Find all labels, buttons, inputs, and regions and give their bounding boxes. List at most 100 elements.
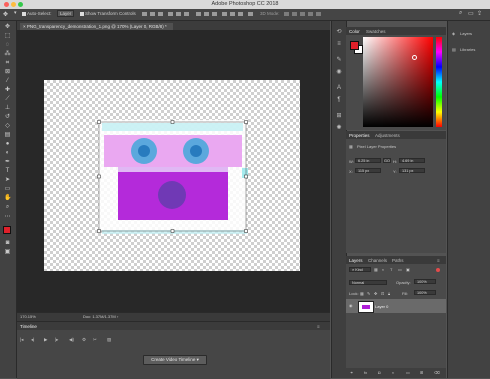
link-layers-icon[interactable]: ⚭: [350, 370, 353, 375]
brushes-icon[interactable]: ◉: [336, 69, 342, 75]
color-picker-cursor[interactable]: [412, 55, 417, 60]
clone-stamp-tool-icon[interactable]: ⊥: [4, 105, 11, 112]
auto-select-dropdown[interactable]: Layer: [57, 10, 75, 17]
distribute-middle-icon[interactable]: [204, 12, 209, 16]
color-field[interactable]: [363, 37, 433, 127]
rectangle-tool-icon[interactable]: ▭: [4, 186, 11, 193]
split-icon[interactable]: ✂: [93, 337, 97, 343]
document-info[interactable]: Doc: 1.37M/1.37M: [83, 314, 116, 319]
brush-tool-icon[interactable]: ⟋: [4, 96, 11, 103]
blend-mode-dropdown[interactable]: Normal: [349, 280, 387, 285]
filter-adjustment-icon[interactable]: ◐: [382, 267, 384, 272]
paragraph-icon[interactable]: ¶: [336, 97, 342, 103]
filter-kind-dropdown[interactable]: ⌕ Kind: [349, 267, 371, 272]
align-right-icon[interactable]: [184, 12, 189, 16]
chevron-down-icon[interactable]: ▾: [14, 10, 17, 16]
tab-adjustments[interactable]: Adjustments: [375, 133, 400, 138]
y-field[interactable]: 131 px: [399, 168, 425, 173]
filter-smart-icon[interactable]: ▣: [406, 267, 410, 272]
filter-toggle[interactable]: [436, 268, 440, 272]
eyedropper-tool-icon[interactable]: ⁄: [4, 78, 11, 85]
align-bottom-icon[interactable]: [158, 12, 163, 16]
share-icon[interactable]: ⇪: [477, 10, 482, 17]
lock-transparent-icon[interactable]: ▦: [360, 291, 364, 296]
tab-properties[interactable]: Properties: [349, 133, 370, 138]
filter-pixel-icon[interactable]: ▦: [374, 267, 378, 272]
chevron-down-icon[interactable]: ▾: [197, 357, 199, 362]
document-tab[interactable]: × PNG_transparency_demonstration_1.png @…: [20, 22, 173, 30]
show-transform-checkbox[interactable]: Show Transform Controls: [80, 11, 136, 16]
foreground-color-swatch[interactable]: [3, 226, 11, 234]
3d-roll-icon[interactable]: [292, 12, 297, 16]
layers-collapsed-button[interactable]: ◈ Layers: [450, 29, 490, 38]
3d-pan-icon[interactable]: [300, 12, 305, 16]
next-frame-icon[interactable]: |▸: [55, 337, 58, 343]
3d-rotate-icon[interactable]: [284, 12, 289, 16]
zoom-level[interactable]: 170.15%: [20, 314, 36, 319]
magic-wand-tool-icon[interactable]: ⁂: [4, 51, 11, 58]
zoom-tool-icon[interactable]: ⌕: [4, 204, 11, 211]
tab-layers[interactable]: Layers: [349, 258, 363, 263]
visibility-eye-icon[interactable]: ◉: [349, 303, 353, 308]
glyphs-icon[interactable]: ⊞: [336, 113, 342, 119]
type-tool-icon[interactable]: T: [4, 168, 11, 175]
panel-menu-icon[interactable]: ≡: [437, 258, 440, 263]
brush-settings-icon[interactable]: ✎: [336, 57, 342, 63]
new-layer-icon[interactable]: ⊞: [420, 370, 423, 375]
adjustment-layer-icon[interactable]: ◐: [392, 370, 394, 375]
align-top-icon[interactable]: [142, 12, 147, 16]
distribute-left-icon[interactable]: [222, 12, 227, 16]
history-icon[interactable]: ⟲: [336, 29, 342, 35]
more-tools-icon[interactable]: ⋯: [4, 214, 11, 221]
path-selection-tool-icon[interactable]: ➤: [4, 177, 11, 184]
search-icon[interactable]: ⌕: [459, 10, 462, 17]
foreground-color-swatch[interactable]: [350, 41, 359, 50]
transition-icon[interactable]: ▨: [107, 337, 111, 343]
width-field[interactable]: 6.25 in: [355, 158, 381, 163]
link-dimensions-button[interactable]: GO: [383, 158, 391, 163]
tab-paths[interactable]: Paths: [392, 258, 404, 263]
tab-swatches[interactable]: Swatches: [366, 29, 386, 34]
blur-tool-icon[interactable]: ●: [4, 141, 11, 148]
fill-field[interactable]: 100%: [414, 290, 436, 295]
character-icon[interactable]: A: [336, 85, 342, 91]
3d-slide-icon[interactable]: [308, 12, 313, 16]
document-canvas[interactable]: [44, 80, 300, 271]
timeline-title[interactable]: Timeline: [20, 324, 37, 329]
filter-type-icon[interactable]: T: [390, 267, 392, 272]
libraries-collapsed-button[interactable]: ▤ Libraries: [450, 45, 490, 54]
first-frame-icon[interactable]: |◂: [20, 337, 23, 343]
3d-scale-icon[interactable]: [316, 12, 321, 16]
play-icon[interactable]: ▶: [44, 337, 47, 343]
tab-color[interactable]: Color: [349, 29, 360, 34]
filter-shape-icon[interactable]: ▭: [398, 267, 402, 272]
prev-frame-icon[interactable]: ◂|: [31, 337, 34, 343]
properties-icon[interactable]: ≡: [336, 41, 342, 47]
layer-mask-icon[interactable]: ◘: [378, 370, 380, 375]
layer-row[interactable]: ◉ Layer 0: [346, 299, 446, 313]
gradient-tool-icon[interactable]: ▤: [4, 132, 11, 139]
create-video-timeline-button[interactable]: Create Video Timeline ▾: [143, 355, 207, 365]
distribute-right-icon[interactable]: [238, 12, 243, 16]
screen-mode-icon[interactable]: ▣: [4, 249, 11, 256]
lock-position-icon[interactable]: ✥: [374, 291, 377, 296]
hand-tool-icon[interactable]: ✋: [4, 195, 11, 202]
pen-tool-icon[interactable]: ✒: [4, 159, 11, 166]
eraser-tool-icon[interactable]: ◇: [4, 123, 11, 130]
auto-select-checkbox[interactable]: Auto-Select:: [22, 11, 52, 16]
history-brush-tool-icon[interactable]: ↺: [4, 114, 11, 121]
align-left-icon[interactable]: [168, 12, 173, 16]
dodge-tool-icon[interactable]: ◐: [4, 150, 11, 157]
opacity-field[interactable]: 100%: [414, 279, 436, 284]
frame-tool-icon[interactable]: ⊠: [4, 69, 11, 76]
status-menu-arrow-icon[interactable]: ›: [117, 314, 118, 319]
adjust-icon[interactable]: ✺: [336, 125, 342, 131]
move-tool-icon[interactable]: ✥: [4, 24, 11, 31]
move-tool-icon[interactable]: ✥: [3, 11, 8, 18]
workspace-icon[interactable]: ▭: [468, 10, 474, 17]
distribute-bottom-icon[interactable]: [212, 12, 217, 16]
tab-channels[interactable]: Channels: [368, 258, 387, 263]
distribute-center-icon[interactable]: [230, 12, 235, 16]
layer-name[interactable]: Layer 0: [375, 304, 388, 309]
lock-image-icon[interactable]: ✎: [367, 291, 370, 296]
